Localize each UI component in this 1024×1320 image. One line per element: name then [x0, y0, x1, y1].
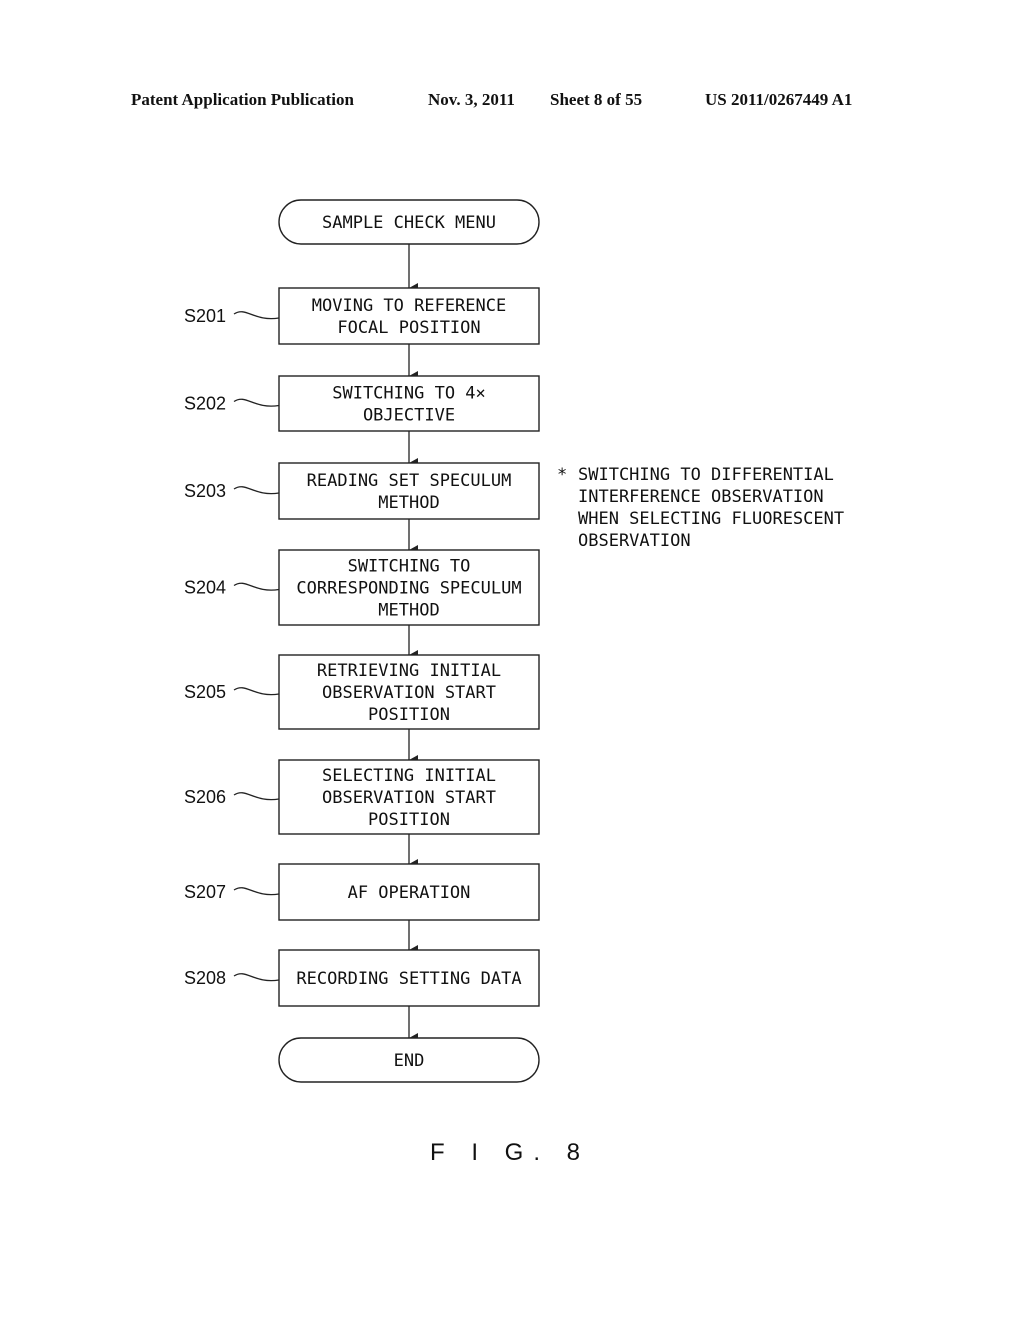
box-label-line: RECORDING SETTING DATA [296, 969, 521, 989]
box-label-line: METHOD [378, 493, 439, 513]
box-label-line: END [394, 1051, 425, 1071]
box-label-line: RETRIEVING INITIAL [317, 661, 501, 681]
note-line: WHEN SELECTING FLUORESCENT [578, 509, 844, 529]
step-id-label: S201 [184, 306, 226, 326]
step-id-label: S204 [184, 578, 226, 598]
flowchart: SAMPLE CHECK MENU MOVING TO REFERENCEFOCA… [184, 199, 844, 1166]
box-label-line: AF OPERATION [348, 883, 471, 903]
figure-label: F I G. 8 [430, 1139, 590, 1166]
box-label-line: MOVING TO REFERENCE [312, 296, 506, 316]
step-id-label: S206 [184, 787, 226, 807]
box-label-line: OBSERVATION START [322, 683, 496, 703]
note-marker: * [557, 465, 567, 485]
step-box-s202: SWITCHING TO 4×OBJECTIVE S202 [184, 375, 540, 432]
leader-line [233, 887, 280, 896]
leader-line [233, 973, 280, 982]
leader-line [233, 582, 280, 591]
box-label-line: FOCAL POSITION [337, 318, 480, 338]
step-box-s204: SWITCHING TOCORRESPONDING SPECULUMMETHOD… [184, 549, 540, 626]
step-id-label: S203 [184, 481, 226, 501]
note-line: OBSERVATION [578, 531, 691, 551]
leader-line [233, 792, 280, 801]
box-label-line: POSITION [368, 705, 450, 725]
step-box-s206: SELECTING INITIALOBSERVATION STARTPOSITI… [184, 759, 540, 835]
step-id-label: S202 [184, 394, 226, 414]
step-box-s205: RETRIEVING INITIALOBSERVATION STARTPOSIT… [184, 654, 540, 730]
box-label-line: READING SET SPECULUM [307, 471, 512, 491]
start-terminal: SAMPLE CHECK MENU [278, 199, 540, 245]
box-label-line: OBSERVATION START [322, 788, 496, 808]
step-id-label: S205 [184, 682, 226, 702]
note-line: SWITCHING TO DIFFERENTIAL [578, 465, 834, 485]
step-id-label: S207 [184, 882, 226, 902]
leader-line [233, 486, 280, 495]
step-box-s208: RECORDING SETTING DATA S208 [184, 949, 540, 1007]
step-box-s201: MOVING TO REFERENCEFOCAL POSITION S201 [184, 287, 540, 345]
leader-line [233, 398, 280, 407]
box-label-line: CORRESPONDING SPECULUM [296, 579, 521, 599]
step-id-label: S208 [184, 968, 226, 988]
box-label-line: SAMPLE CHECK MENU [322, 213, 496, 233]
step-box-s207: AF OPERATION S207 [184, 863, 540, 921]
box-label-line: SWITCHING TO [348, 557, 471, 577]
end-terminal: END [278, 1037, 540, 1083]
note-line: INTERFERENCE OBSERVATION [578, 487, 824, 507]
step-box-s203: READING SET SPECULUMMETHOD S203 [184, 462, 540, 520]
flowchart-note: * SWITCHING TO DIFFERENTIAL INTERFERENCE O… [557, 465, 844, 551]
box-label-line: METHOD [378, 601, 439, 621]
box-label-line: OBJECTIVE [363, 406, 455, 426]
leader-line [233, 311, 280, 320]
box-label-line: SWITCHING TO 4× [332, 384, 486, 404]
box-label-line: POSITION [368, 810, 450, 830]
leader-line [233, 687, 280, 696]
box-label-line: SELECTING INITIAL [322, 766, 496, 786]
